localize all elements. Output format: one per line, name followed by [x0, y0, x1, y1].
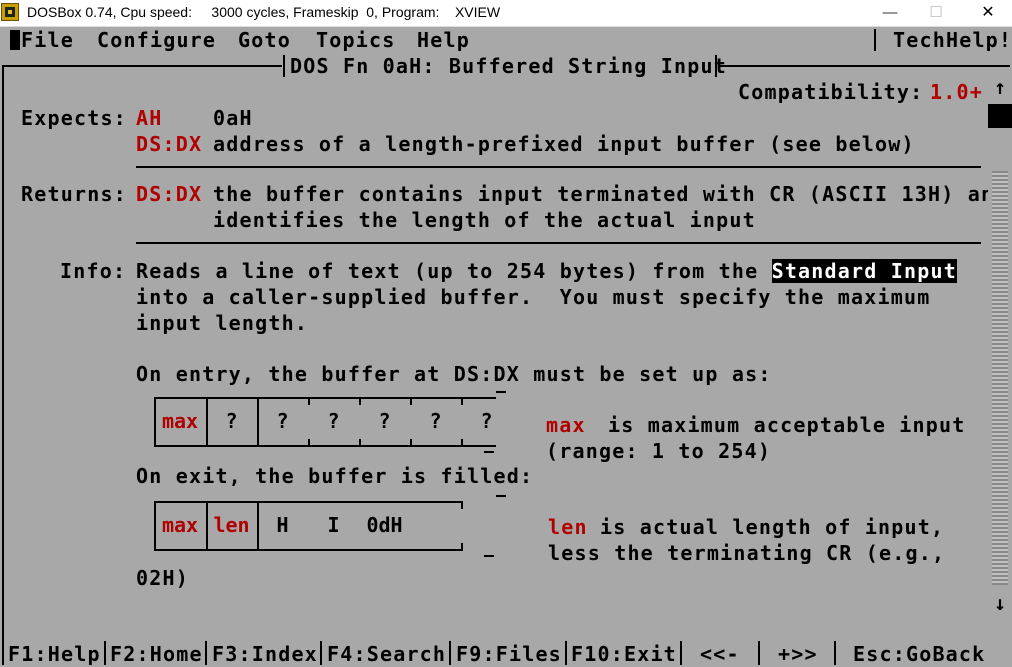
text-cursor [10, 30, 20, 50]
fkey-divider [758, 641, 760, 665]
info-line2: into a caller-supplied buffer. You must … [136, 285, 931, 309]
frame-top-right [718, 65, 1010, 67]
techhelp-brand: TechHelp! [893, 28, 1012, 52]
entry-cell-max: max [161, 409, 199, 433]
fkey-forward[interactable]: +>> [778, 641, 818, 667]
standard-input-link[interactable]: Standard Input [771, 259, 957, 283]
info-line3: input length. [136, 311, 309, 335]
fkey-files[interactable]: F9:Files [456, 641, 562, 667]
fkey-back[interactable]: <<- [700, 641, 740, 667]
entry-cell: ? [225, 409, 238, 433]
menu-file[interactable]: File [21, 27, 74, 53]
frame-title-left [283, 55, 285, 77]
fkey-index[interactable]: F3:Index [212, 641, 318, 667]
section-divider [136, 242, 981, 244]
exit-cell: 0dH [366, 513, 403, 537]
exit-cell-len: len [213, 513, 250, 537]
info-line1-text: Reads a line of text (up to 254 bytes) f… [136, 259, 772, 283]
info-line1: Reads a line of text (up to 254 bytes) f… [136, 258, 957, 284]
dosbox-app-icon [1, 3, 19, 21]
minimize-button[interactable]: — [867, 0, 913, 26]
exit-cell-max: max [161, 513, 199, 537]
fkey-divider [680, 641, 682, 665]
returns-label: Returns: [21, 182, 127, 206]
fkey-divider [565, 641, 567, 665]
fkey-home[interactable]: F2:Home [110, 641, 203, 667]
max-desc: is maximum acceptable input [608, 413, 966, 437]
compatibility-value: 1.0+ [930, 80, 983, 104]
len-term: len [548, 515, 588, 539]
menu-goto[interactable]: Goto [238, 27, 291, 53]
scrollbar[interactable]: ↑ ↓ [988, 71, 1012, 619]
menu-help[interactable]: Help [417, 27, 470, 53]
close-button[interactable]: ✕ [965, 0, 1011, 26]
max-term: max [546, 413, 586, 437]
len-desc2: less the terminating CR (e.g., [548, 541, 946, 565]
fkey-divider [205, 641, 207, 665]
exit-buffer-diagram: max len H I 0dH [154, 495, 506, 557]
max-range: (range: 1 to 254) [546, 439, 772, 463]
window-titlebar: DOSBox 0.74, Cpu speed: 3000 cycles, Fra… [0, 0, 1012, 27]
expects-reg-ah: AH [136, 106, 163, 130]
expects-dsdx-desc: address of a length-prefixed input buffe… [213, 132, 915, 156]
fkey-help[interactable]: F1:Help [8, 641, 101, 667]
fkey-exit[interactable]: F10:Exit [571, 641, 677, 667]
exit-text: On exit, the buffer is filled: [136, 464, 534, 488]
fkey-search[interactable]: F4:Search [327, 641, 446, 667]
topic-title: DOS Fn 0aH: Buffered String Input [290, 54, 727, 78]
fkey-goback[interactable]: Esc:GoBack [853, 641, 985, 667]
entry-buffer-diagram: max ? ? ? ? ? ? [154, 391, 506, 453]
returns-desc-line1: the buffer contains input terminated wit… [213, 182, 1008, 206]
len-desc: is actual length of input, [600, 515, 945, 539]
expects-reg-dsdx: DS:DX [136, 132, 203, 156]
scroll-up-arrow-icon[interactable]: ↑ [988, 71, 1012, 103]
scroll-down-arrow-icon[interactable]: ↓ [988, 587, 1012, 619]
entry-cell: ? [480, 409, 493, 433]
expects-label: Expects: [21, 106, 127, 130]
compatibility-label: Compatibility: [738, 80, 924, 104]
frame-left [2, 65, 4, 665]
len-example: 02H) [136, 566, 189, 590]
maximize-button[interactable]: ☐ [913, 0, 959, 26]
scroll-thumb[interactable] [988, 104, 1012, 128]
exit-cell: I [327, 513, 340, 537]
menu-divider [874, 29, 876, 51]
fkey-divider [320, 641, 322, 665]
entry-text: On entry, the buffer at DS:DX must be se… [136, 362, 772, 386]
entry-cell: ? [276, 409, 289, 433]
entry-cell: ? [378, 409, 391, 433]
returns-desc-line2: identifies the length of the actual inpu… [213, 208, 756, 232]
entry-cell: ? [327, 409, 340, 433]
frame-top-left [2, 65, 282, 67]
fkey-divider [449, 641, 451, 665]
menu-configure[interactable]: Configure [97, 27, 216, 53]
menu-topics[interactable]: Topics [316, 27, 395, 53]
fkey-divider [834, 641, 836, 665]
expects-ah-value: 0aH [213, 106, 253, 130]
dos-screen: File Configure Goto Topics Help TechHelp… [0, 27, 1012, 667]
entry-cell: ? [429, 409, 442, 433]
exit-cell: H [276, 513, 289, 537]
section-divider [136, 166, 981, 168]
info-label: Info: [60, 259, 127, 283]
fkey-divider [104, 641, 106, 665]
returns-reg-dsdx: DS:DX [136, 182, 203, 206]
window-title: DOSBox 0.74, Cpu speed: 3000 cycles, Fra… [27, 4, 501, 20]
scroll-track[interactable] [992, 171, 1008, 585]
